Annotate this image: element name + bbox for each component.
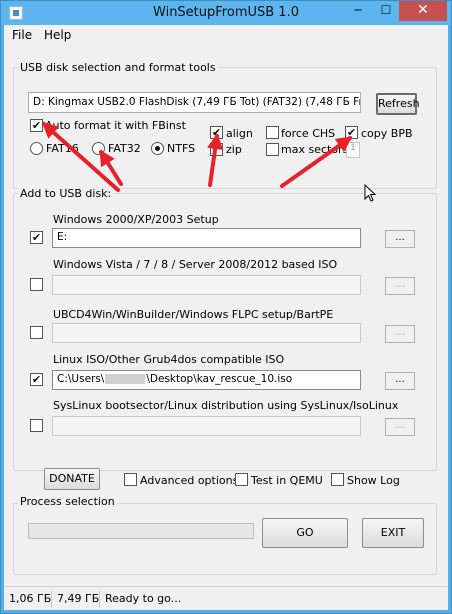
- force-chs-checkbox[interactable]: [266, 126, 279, 139]
- mouse-cursor-icon: [364, 184, 376, 202]
- max-sectors-spinner[interactable]: 1: [346, 142, 360, 158]
- source-label-winxp: Windows 2000/XP/2003 Setup: [53, 213, 219, 226]
- status-total-space: 7,49 ГБ: [54, 591, 100, 608]
- max-sectors-checkbox[interactable]: [266, 143, 279, 156]
- status-bar: 1,06 ГБ 7,49 ГБ Ready to go...: [4, 586, 448, 610]
- auto-format-checkbox[interactable]: [30, 119, 43, 132]
- auto-format-label: Auto format it with FBinst: [45, 119, 186, 132]
- fat16-label: FAT16: [46, 142, 79, 155]
- ntfs-radio[interactable]: [151, 142, 164, 155]
- source-checkbox-ubcd[interactable]: [30, 326, 43, 339]
- path-prefix: C:\Users\: [57, 373, 105, 385]
- menu-file[interactable]: File: [12, 28, 32, 42]
- menu-bar: File Help: [4, 25, 448, 45]
- minimize-button[interactable]: ─: [345, 1, 371, 21]
- source-label-linux-iso: Linux ISO/Other Grub4dos compatible ISO: [53, 353, 285, 366]
- refresh-button[interactable]: Refresh: [376, 93, 420, 115]
- progress-bar: [28, 523, 254, 539]
- source-path-winxp[interactable]: E:: [52, 228, 361, 248]
- add-to-usb-label: Add to USB disk:: [18, 187, 114, 200]
- client-area: File Help USB disk selection and format …: [4, 25, 448, 610]
- align-label: align: [226, 127, 253, 140]
- ntfs-label: NTFS: [167, 142, 196, 155]
- go-button[interactable]: GO: [262, 518, 348, 548]
- fat32-label: FAT32: [108, 142, 141, 155]
- browse-button-syslinux[interactable]: ...: [385, 418, 415, 436]
- force-chs-label: force CHS: [281, 127, 336, 140]
- source-label-syslinux: SysLinux bootsector/Linux distribution u…: [53, 399, 399, 412]
- source-path-vista[interactable]: [52, 275, 361, 295]
- zip-checkbox[interactable]: [210, 143, 223, 156]
- path-suffix: \Desktop\kav_rescue_10.iso: [146, 373, 293, 385]
- copy-bpb-checkbox[interactable]: [345, 126, 358, 139]
- maximize-button[interactable]: ☐: [373, 1, 399, 21]
- menu-help[interactable]: Help: [44, 28, 71, 42]
- browse-button-linux-iso[interactable]: ...: [385, 372, 415, 390]
- exit-button[interactable]: EXIT: [362, 518, 424, 548]
- source-label-vista: Windows Vista / 7 / 8 / Server 2008/2012…: [53, 258, 338, 271]
- source-checkbox-winxp[interactable]: [30, 231, 43, 244]
- advanced-options-checkbox[interactable]: [124, 473, 137, 486]
- source-checkbox-syslinux[interactable]: [30, 419, 43, 432]
- usb-selection-label: USB disk selection and format tools: [18, 61, 218, 74]
- process-selection-label: Process selection: [18, 495, 117, 508]
- copy-bpb-label: copy BPB: [361, 127, 413, 140]
- zip-label: zip: [226, 143, 242, 156]
- browse-button-vista[interactable]: ...: [385, 277, 415, 295]
- title-bar[interactable]: WinSetupFromUSB 1.0 ─ ☐ ✕: [1, 1, 451, 25]
- source-checkbox-vista[interactable]: [30, 278, 43, 291]
- align-checkbox[interactable]: [210, 126, 223, 139]
- usb-disk-dropdown[interactable]: D: Kingmax USB2.0 FlashDisk (7,49 ГБ Tot…: [28, 92, 361, 113]
- source-checkbox-linux-iso[interactable]: [30, 373, 43, 386]
- close-button[interactable]: ✕: [399, 1, 447, 21]
- source-path-linux-iso[interactable]: C:\Users\ \Desktop\kav_rescue_10.iso: [52, 370, 361, 390]
- source-path-ubcd[interactable]: [52, 323, 361, 343]
- test-qemu-label: Test in QEMU: [251, 474, 323, 487]
- source-path-syslinux[interactable]: [52, 416, 361, 436]
- advanced-options-label: Advanced options: [140, 474, 239, 487]
- show-log-checkbox[interactable]: [331, 473, 344, 486]
- browse-button-ubcd[interactable]: ...: [385, 325, 415, 343]
- max-sectors-label: max sectors: [281, 143, 349, 156]
- test-qemu-checkbox[interactable]: [235, 473, 248, 486]
- status-free-space: 1,06 ГБ: [6, 591, 52, 608]
- fat16-radio[interactable]: [30, 142, 43, 155]
- redacted-username: [105, 374, 146, 384]
- source-label-ubcd: UBCD4Win/WinBuilder/Windows FLPC setup/B…: [53, 308, 334, 321]
- show-log-label: Show Log: [347, 474, 400, 487]
- donate-button[interactable]: DONATE: [44, 468, 100, 490]
- status-message: Ready to go...: [105, 592, 182, 605]
- fat32-radio[interactable]: [92, 142, 105, 155]
- app-window: WinSetupFromUSB 1.0 ─ ☐ ✕ File Help USB …: [0, 0, 452, 614]
- browse-button-winxp[interactable]: ...: [385, 230, 415, 248]
